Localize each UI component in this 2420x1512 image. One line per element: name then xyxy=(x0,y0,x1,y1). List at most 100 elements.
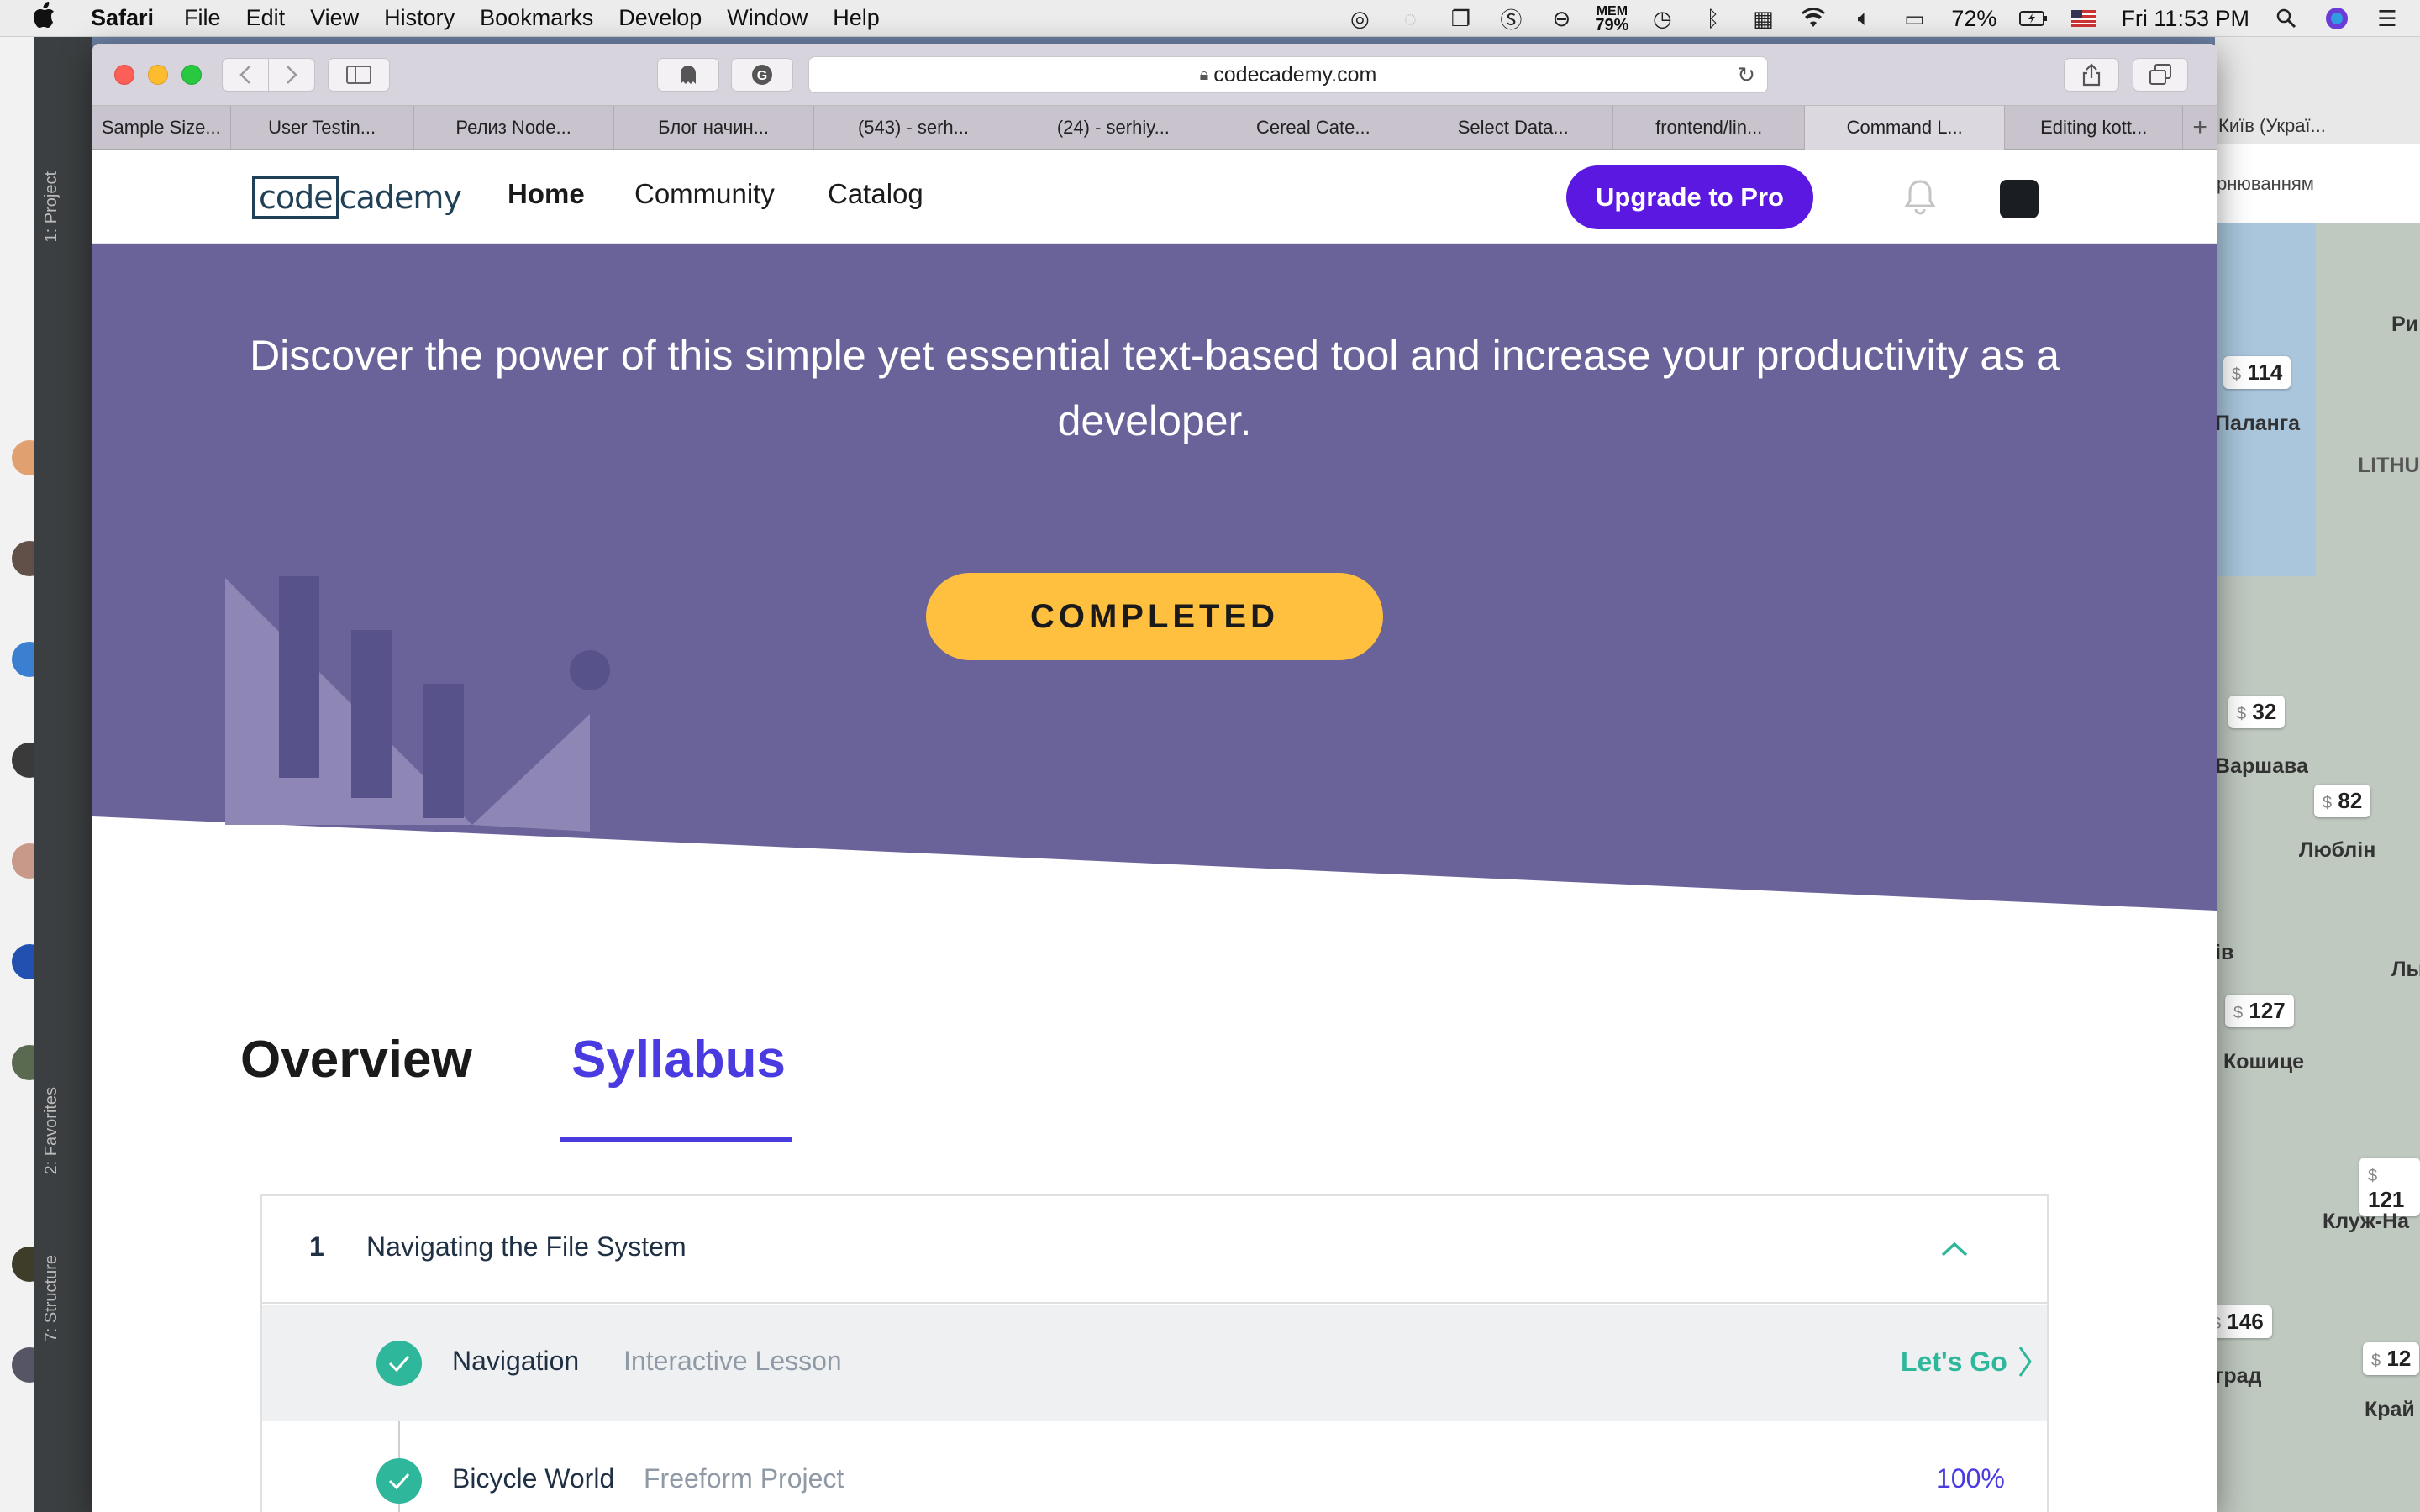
browser-tab[interactable]: Select Data... xyxy=(1413,106,1614,150)
forward-button[interactable] xyxy=(268,58,315,92)
lesson-name: Bicycle World xyxy=(452,1463,615,1494)
tab-overview-button[interactable] xyxy=(2133,58,2188,92)
menu-safari[interactable]: Safari xyxy=(91,5,154,31)
ide-favorites-tab[interactable]: 2: Favorites xyxy=(42,1087,61,1174)
browser-tab[interactable]: User Testin... xyxy=(231,106,414,150)
volume-icon[interactable]: 🔈︎ xyxy=(1849,5,1878,31)
windows-icon[interactable]: ❐ xyxy=(1446,6,1475,31)
ide-tool-strip: 1: Project 2: Favorites 7: Structure xyxy=(34,37,92,1512)
map-price-pin[interactable]: $ 12 xyxy=(2363,1342,2420,1375)
clock[interactable]: Fri 11:53 PM xyxy=(2121,6,2249,32)
web-page: code cademy Home Community Catalog Upgrad… xyxy=(92,150,2217,1512)
upgrade-to-pro-button[interactable]: Upgrade to Pro xyxy=(1566,165,1813,229)
siri-icon[interactable] xyxy=(2323,6,2351,31)
map-price-pin[interactable]: $ 127 xyxy=(2225,995,2294,1027)
chevron-up-icon[interactable] xyxy=(1938,1233,1971,1267)
browser-tab[interactable]: (543) - serh... xyxy=(814,106,1014,150)
back-button[interactable] xyxy=(222,58,269,92)
memory-monitor[interactable]: MEM 79% xyxy=(1595,5,1629,34)
minimize-window-button[interactable] xyxy=(148,65,168,85)
battery-percent[interactable]: 72% xyxy=(1951,6,1996,32)
price-currency: $ xyxy=(2233,1004,2244,1022)
price-currency: $ xyxy=(2368,1167,2378,1185)
lesson-row[interactable]: Navigation Interactive Lesson Let's Go xyxy=(262,1305,2047,1421)
price-currency: $ xyxy=(2237,705,2247,723)
lesson-type: Interactive Lesson xyxy=(623,1346,842,1376)
us-flag-icon[interactable] xyxy=(2070,6,2098,31)
time-machine-icon[interactable]: ◷ xyxy=(1648,6,1676,31)
browser-tab[interactable]: Релиз Node... xyxy=(414,106,614,150)
site-header: code cademy Home Community Catalog Upgrad… xyxy=(92,150,2217,244)
active-tab-indicator xyxy=(560,1137,792,1142)
nav-catalog-link[interactable]: Catalog xyxy=(828,178,923,210)
ide-project-tab[interactable]: 1: Project xyxy=(42,171,61,242)
battery-icon[interactable] xyxy=(2019,6,2048,31)
tab-overview[interactable]: Overview xyxy=(240,1030,472,1089)
menu-file[interactable]: File xyxy=(184,5,221,31)
extension-grammarly-button[interactable]: G xyxy=(731,58,793,92)
zoom-window-button[interactable] xyxy=(182,65,202,85)
apple-menu-icon[interactable] xyxy=(32,1,66,35)
address-bar[interactable]: 🔒︎ codecademy.com ↻ xyxy=(808,56,1768,93)
browser-tab-active[interactable]: Command L... xyxy=(1805,106,2006,150)
safari-tab-bar: Sample Size... User Testin... Релиз Node… xyxy=(92,106,2217,150)
lesson-progress: 100% xyxy=(1936,1463,2005,1494)
bluetooth-icon[interactable]: ᛒ xyxy=(1698,6,1727,31)
notification-center-icon[interactable]: ☰ xyxy=(2373,6,2402,31)
spotlight-search-icon[interactable] xyxy=(2272,6,2301,31)
nav-community-link[interactable]: Community xyxy=(634,178,775,210)
chevron-right-icon xyxy=(2018,1347,2032,1377)
ide-structure-tab[interactable]: 7: Structure xyxy=(42,1255,61,1341)
user-avatar[interactable] xyxy=(2000,180,2039,218)
map-city-label: Паланга xyxy=(2215,412,2301,435)
menu-window[interactable]: Window xyxy=(727,5,808,31)
map-city-label: Лы xyxy=(2391,958,2420,981)
lets-go-link[interactable]: Let's Go xyxy=(1901,1346,2033,1378)
map-price-pin[interactable]: $ 121 xyxy=(2360,1158,2420,1216)
keyboard-icon[interactable]: ▦ xyxy=(1749,6,1777,31)
reload-icon[interactable]: ↻ xyxy=(1737,62,1755,88)
menu-view[interactable]: View xyxy=(310,5,359,31)
menu-develop[interactable]: Develop xyxy=(618,5,702,31)
menu-history[interactable]: History xyxy=(384,5,455,31)
skype-icon[interactable]: Ⓢ xyxy=(1497,6,1525,33)
codecademy-logo[interactable]: code cademy xyxy=(252,175,462,220)
browser-tab[interactable]: Editing kott... xyxy=(2005,106,2184,150)
menu-bookmarks[interactable]: Bookmarks xyxy=(480,5,593,31)
browser-tab[interactable]: (24) - serhiy... xyxy=(1013,106,1214,150)
sidebar-toggle-button[interactable] xyxy=(328,58,390,92)
creative-cloud-icon[interactable]: ◎ xyxy=(1345,6,1374,31)
share-button[interactable] xyxy=(2064,58,2119,92)
completed-button[interactable]: COMPLETED xyxy=(926,573,1383,660)
price-currency: $ xyxy=(2323,794,2333,812)
spinner-icon[interactable]: ◌ xyxy=(1396,6,1424,31)
lesson-row[interactable]: Bicycle World Freeform Project 100% xyxy=(262,1423,2047,1512)
browser-tab[interactable]: Cereal Cate... xyxy=(1213,106,1414,150)
module-header[interactable]: 1 Navigating the File System xyxy=(262,1196,2047,1304)
new-tab-button[interactable]: + xyxy=(2183,106,2217,150)
map-price-pin[interactable]: $ 82 xyxy=(2314,785,2371,817)
map-city-label: Люблін xyxy=(2299,838,2376,862)
extension-ghostery-button[interactable] xyxy=(657,58,719,92)
map-city-label: град xyxy=(2215,1364,2262,1388)
share-icon xyxy=(2082,63,2101,87)
airplay-icon[interactable]: ▭ xyxy=(1900,6,1928,31)
memory-value: 79% xyxy=(1595,16,1629,34)
map-price-pin[interactable]: $ 114 xyxy=(2223,356,2291,389)
map-price-pin[interactable]: $ 32 xyxy=(2228,696,2286,728)
tab-syllabus[interactable]: Syllabus xyxy=(571,1030,786,1089)
sync-icon[interactable]: ⊖ xyxy=(1547,6,1576,31)
menu-edit[interactable]: Edit xyxy=(246,5,286,31)
chevron-left-icon xyxy=(239,66,250,84)
map-browser-tab[interactable]: Київ (Украї... xyxy=(2215,108,2420,144)
wifi-icon[interactable] xyxy=(1799,6,1828,31)
nav-home-link[interactable]: Home xyxy=(508,178,585,210)
browser-tab[interactable]: Sample Size... xyxy=(92,106,231,150)
bell-icon[interactable] xyxy=(1899,176,1941,218)
browser-tab[interactable]: Блог начин... xyxy=(614,106,814,150)
close-window-button[interactable] xyxy=(114,65,134,85)
browser-tab[interactable]: frontend/lin... xyxy=(1613,106,1806,150)
menu-help[interactable]: Help xyxy=(833,5,880,31)
lock-icon: 🔒︎ xyxy=(1199,65,1209,84)
map-price-pin[interactable]: $ 146 xyxy=(2215,1305,2272,1338)
